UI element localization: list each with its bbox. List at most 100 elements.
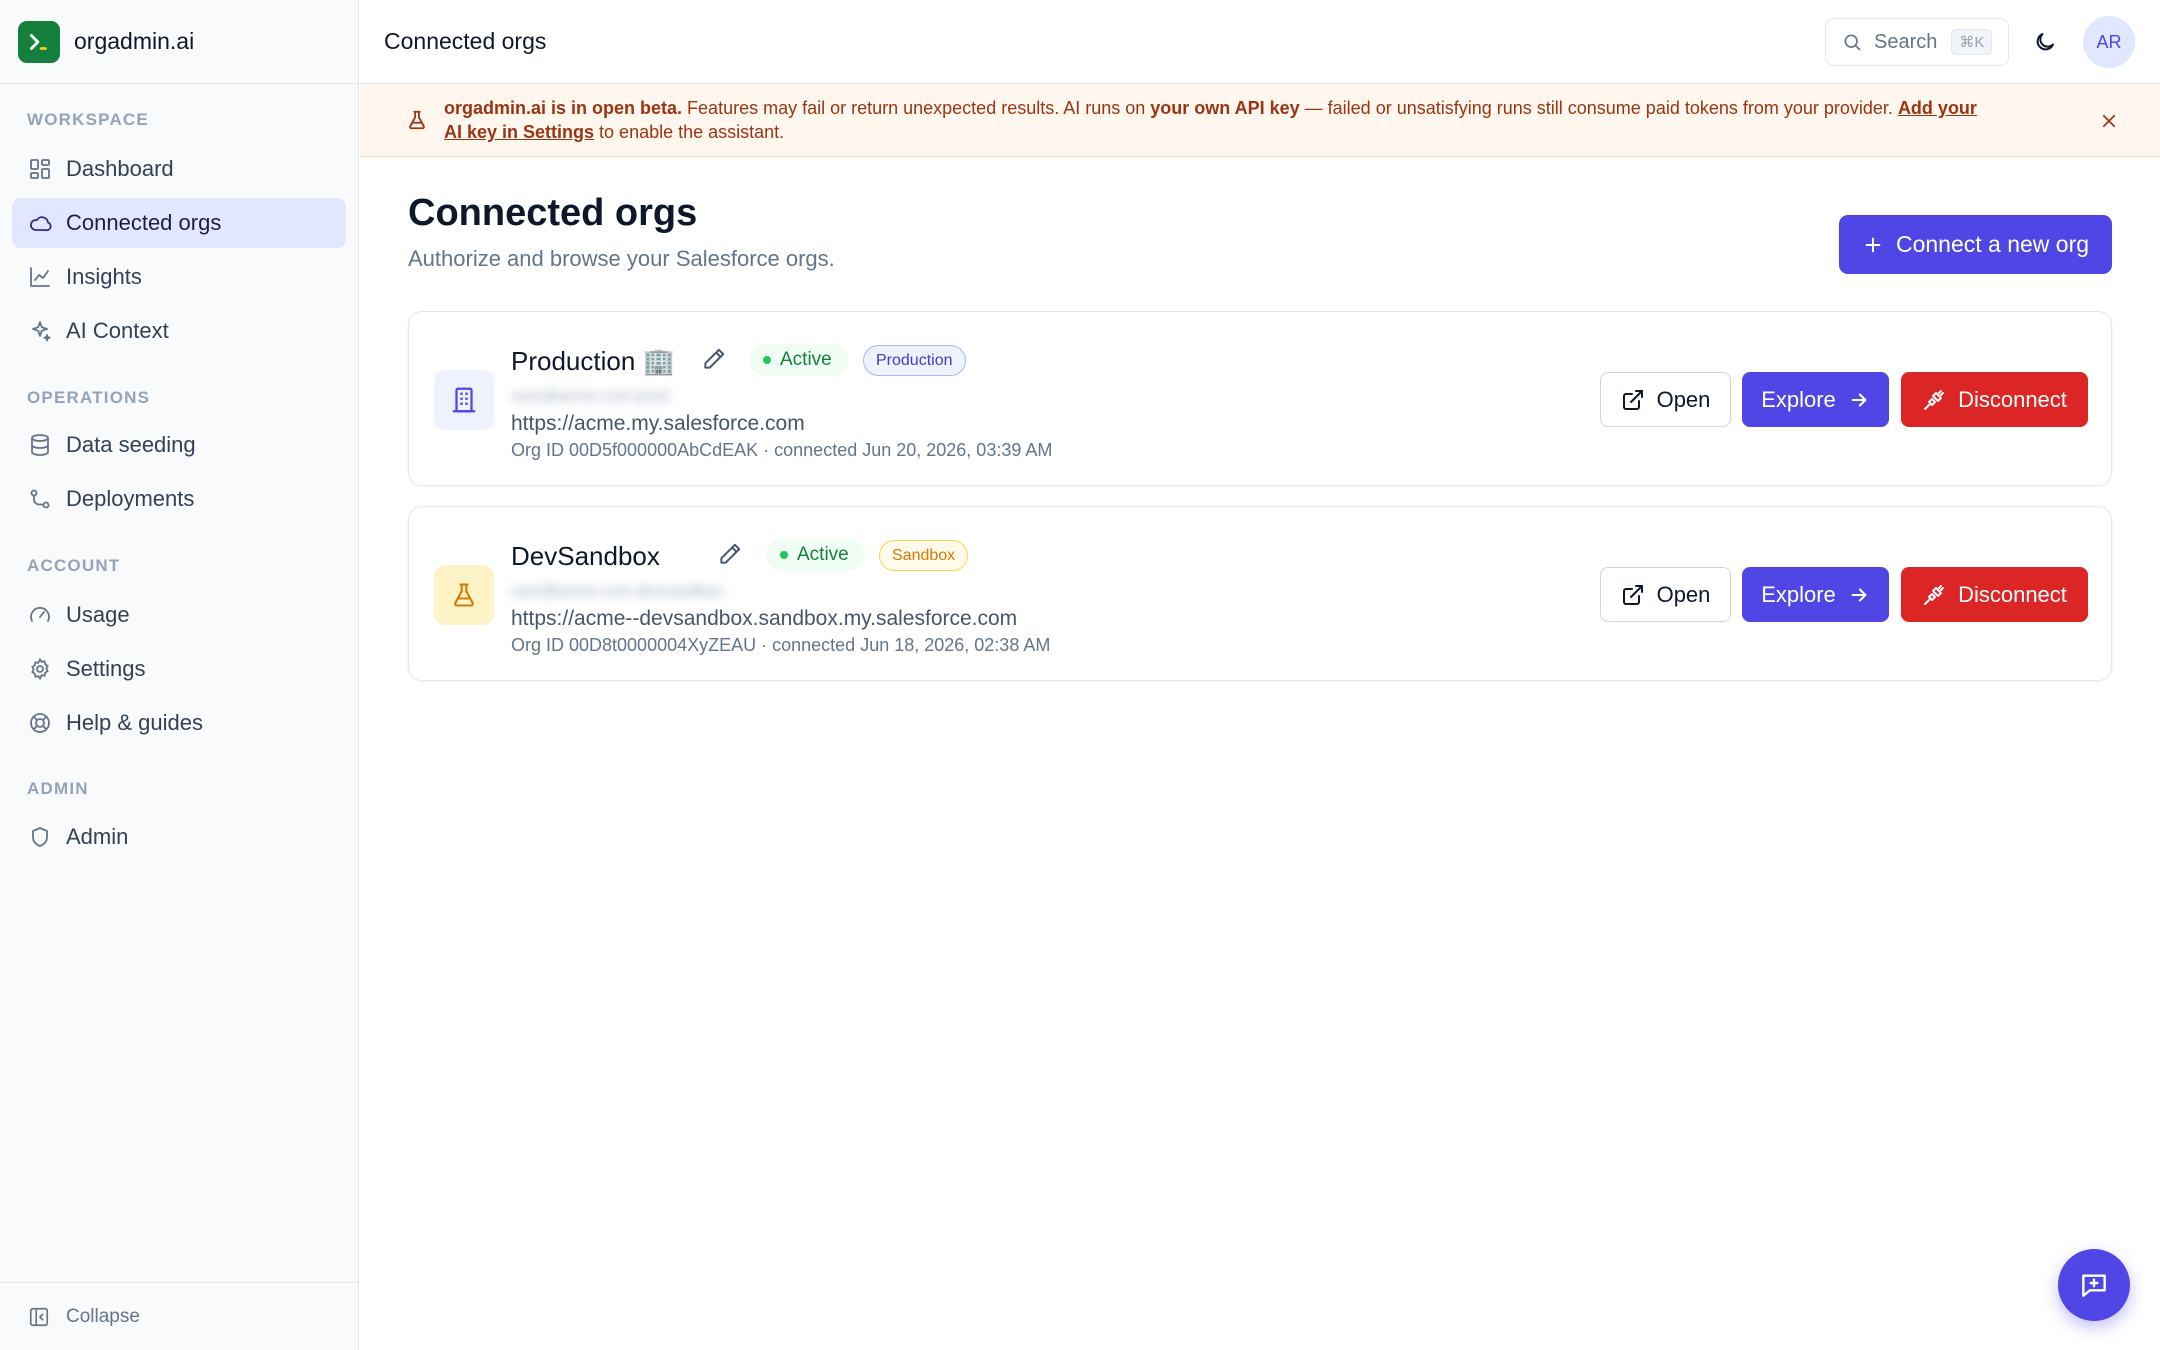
sidebar-item-label: Connected orgs [66,210,222,235]
sidebar-item-insights[interactable]: Insights [12,252,346,302]
connect-new-org-button[interactable]: Connect a new org [1839,215,2112,274]
page-title: Connected orgs [408,192,698,234]
sidebar: orgadmin.ai WORKSPACE Dashboard Connecte… [0,0,359,1350]
theme-toggle-button[interactable] [2025,22,2065,62]
add-ai-key-link-cont[interactable]: AI key in Settings [444,122,594,142]
avatar[interactable]: AR [2083,16,2135,68]
building-icon [434,370,494,430]
sidebar-item-usage[interactable]: Usage [12,590,346,640]
brand-name: orgadmin.ai [74,28,195,54]
explore-label: Explore [1761,386,1836,412]
sidebar-item-help[interactable]: Help & guides [12,698,346,748]
org-url: https://acme.my.salesforce.com [511,412,805,435]
pencil-icon [720,543,741,564]
chart-icon [30,267,50,287]
org-meta: Org ID 00D8t0000004XyZEAU · connected Ju… [511,635,1051,655]
search-button[interactable]: Search ⌘K [1825,18,2009,66]
explore-button[interactable]: Explore [1742,567,1889,622]
close-banner-button[interactable] [2096,108,2122,134]
sidebar-item-label: Usage [66,602,130,627]
git-branch-icon [30,489,50,509]
search-label: Search [1874,30,1938,53]
status-badge: Active [766,539,865,571]
disconnect-label: Disconnect [1958,386,2067,412]
close-icon [2102,114,2116,128]
beta-banner-text: orgadmin.ai is in open beta. Features ma… [444,96,2160,144]
connect-new-org-label: Connect a new org [1895,231,2090,257]
sidebar-item-label: AI Context [66,318,169,343]
sidebar-item-label: Help & guides [66,710,203,735]
open-button[interactable]: Open [1600,372,1731,427]
open-button[interactable]: Open [1600,567,1731,622]
sidebar-item-label: Deployments [66,486,195,511]
org-name: DevSandbox [511,541,660,572]
sidebar-item-connected-orgs[interactable]: Connected orgs [12,198,346,248]
sidebar-item-label: Dashboard [66,156,174,181]
collapse-label: Collapse [66,1305,140,1327]
search-icon [1844,34,1861,51]
org-name-text: Production [511,346,636,376]
section-admin: ADMIN [27,779,89,798]
sidebar-item-ai-context[interactable]: AI Context [12,306,346,356]
pencil-icon [704,348,725,369]
sidebar-item-label: Data seeding [66,432,196,457]
org-name-text: DevSandbox [511,541,660,571]
sidebar-item-admin[interactable]: Admin [12,812,346,862]
explore-button[interactable]: Explore [1742,372,1889,427]
org-meta: Org ID 00D5f000000AbCdEAK · connected Ju… [511,440,1053,460]
edit-name-button[interactable] [701,346,727,377]
sidebar-item-label: Insights [66,264,142,289]
database-icon [31,434,49,456]
shield-icon [32,827,48,847]
flask-icon [434,565,494,625]
chat-icon [2082,1274,2106,1297]
sidebar-item-deployments[interactable]: Deployments [12,474,346,524]
top-header: Connected orgs Search ⌘K AR [360,0,2160,84]
edit-name-button[interactable] [717,541,743,572]
status-label: Active [797,544,849,565]
external-link-icon [1622,389,1643,410]
brand[interactable]: orgadmin.ai [0,0,358,84]
panel-collapse-icon [29,1307,49,1326]
beta-banner-key: your own API key [1150,98,1300,118]
external-link-icon [1622,584,1643,605]
cloud-icon [30,216,52,232]
disconnect-button[interactable]: Disconnect [1901,567,2088,622]
sidebar-item-settings[interactable]: Settings [12,644,346,694]
org-username-redacted: user@acme.com.prod [511,388,669,405]
disconnect-button[interactable]: Disconnect [1901,372,2088,427]
page-subtitle: Authorize and browse your Salesforce org… [408,246,835,271]
status-dot [780,551,788,559]
sparkles-icon [32,321,51,342]
beta-banner-text-1: Features may fail or return unexpected r… [682,98,1151,118]
org-emoji: 🏢 [642,346,675,376]
explore-label: Explore [1761,581,1836,607]
arrow-right-icon [1851,587,1867,602]
org-username-redacted: user@acme.com.devsandbox [511,583,723,600]
status-dot [763,356,771,364]
section-workspace: WORKSPACE [27,110,149,129]
flask-icon [406,108,428,137]
search-shortcut: ⌘K [1951,29,1993,55]
org-card-production: Production 🏢 Active Production user@acme… [408,311,2112,486]
collapse-button[interactable]: Collapse [0,1282,359,1350]
header-title: Connected orgs [384,28,547,54]
sidebar-item-label: Settings [66,656,146,681]
lifebuoy-icon [30,713,50,733]
org-type-badge: Production [863,345,966,376]
unplug-icon [1924,584,1945,605]
sidebar-item-dashboard[interactable]: Dashboard [12,144,346,194]
plus-icon [1865,237,1881,252]
beta-banner-text-2: — failed or unsatisfying runs still cons… [1299,98,1898,118]
open-label: Open [1656,386,1711,412]
disconnect-label: Disconnect [1958,581,2067,607]
sidebar-item-label: Admin [66,824,129,849]
sidebar-item-data-seeding[interactable]: Data seeding [12,420,346,470]
assistant-chat-button[interactable] [2058,1249,2130,1321]
add-ai-key-link[interactable]: Add your [1898,98,1977,118]
terminal-logo-icon [18,20,60,63]
moon-icon [2036,33,2054,51]
beta-banner-text-3: to enable the assistant. [594,122,785,142]
org-url: https://acme--devsandbox.sandbox.my.sale… [511,607,1018,630]
unplug-icon [1924,389,1945,410]
